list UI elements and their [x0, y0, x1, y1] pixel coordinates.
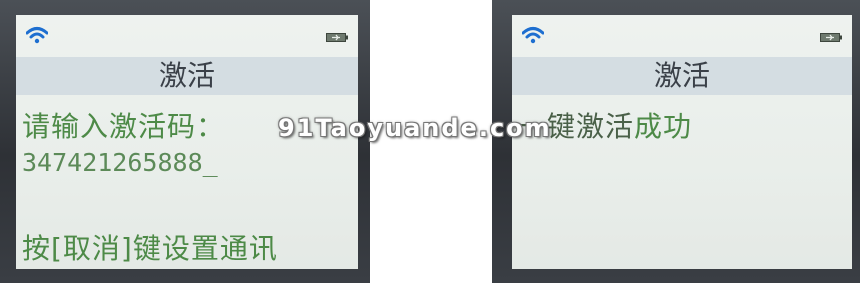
status-bar: [16, 15, 358, 57]
page-title: 激活: [158, 59, 215, 92]
screen-right: 激活 一键激活成功: [512, 15, 852, 269]
activation-code-field[interactable]: 347421265888_: [22, 148, 218, 177]
battery-icon: [820, 33, 842, 42]
status-bar: [512, 15, 852, 57]
screen-left: 激活 请输入激活码： 347421265888_ 按[取消]键设置通讯: [16, 15, 358, 269]
title-bar: 激活: [16, 57, 358, 95]
watermark: 91Taoyuande.com: [278, 114, 552, 142]
wifi-icon: [522, 27, 544, 44]
title-bar: 激活: [512, 57, 852, 95]
page-title: 激活: [653, 59, 710, 92]
activation-prompt: 请输入激活码：: [22, 110, 226, 143]
message-suffix: 成功: [634, 110, 693, 143]
footer-hint: 按[取消]键设置通讯: [22, 232, 278, 265]
battery-icon: [326, 33, 348, 42]
wifi-icon: [26, 27, 48, 44]
